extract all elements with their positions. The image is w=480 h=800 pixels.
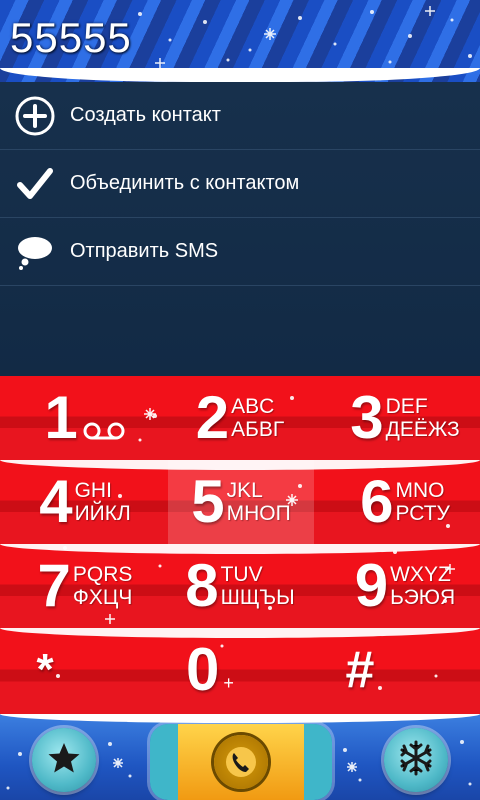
voicemail-icon: [82, 420, 126, 447]
key-2[interactable]: 2 ABC АБВГ: [165, 376, 315, 460]
key-latin-letters: JKL: [226, 479, 263, 502]
key-digit: 6: [360, 468, 394, 535]
dialer-options-menu: Создать контакт Объединить с контактом О…: [0, 82, 480, 376]
dialer-header: 55555: [0, 0, 480, 82]
key-6[interactable]: 6 MNO РСТУ: [330, 460, 480, 544]
dialer-action-bar: [0, 714, 480, 800]
key-9[interactable]: 9 WXYZ ЬЭЮЯ: [330, 544, 480, 628]
key-latin-letters: DEF: [385, 395, 428, 418]
dial-keypad: 1 2 ABC АБВГ 3 DEF ДЕЁЖЗ 4 GHI ИЙКЛ 5 JK…: [0, 376, 480, 714]
key-digit: 1: [44, 384, 78, 451]
key-cyrillic-letters: МНОП: [226, 502, 291, 525]
star-icon: [47, 741, 81, 780]
menu-item-merge-contact[interactable]: Объединить с контактом: [0, 150, 480, 218]
menu-item-label: Объединить с контактом: [70, 172, 300, 194]
menu-item-send-sms[interactable]: Отправить SMS: [0, 218, 480, 286]
key-cyrillic-letters: ДЕЁЖЗ: [385, 418, 460, 441]
key-digit: #: [345, 641, 375, 699]
key-latin-letters: PQRS: [72, 563, 133, 586]
key-latin-letters: ABC: [231, 395, 275, 418]
key-0[interactable]: 0 +: [135, 628, 285, 712]
call-button[interactable]: [150, 724, 332, 800]
settings-button[interactable]: [384, 728, 448, 792]
key-latin-letters: MNO: [395, 479, 445, 502]
key-1[interactable]: 1: [10, 376, 160, 460]
key-5[interactable]: 5 JKL МНОП: [168, 460, 314, 544]
key-digit: 7: [37, 552, 71, 619]
key-latin-letters: TUV: [220, 563, 263, 586]
key-4[interactable]: 4 GHI ИЙКЛ: [10, 460, 160, 544]
key-latin-letters: +: [223, 672, 234, 693]
add-circle-icon: [0, 82, 70, 149]
key-7[interactable]: 7 PQRS ФХЦЧ: [10, 544, 160, 628]
key-star[interactable]: *: [0, 628, 120, 712]
key-digit: 3: [350, 384, 384, 451]
favorites-button[interactable]: [32, 728, 96, 792]
key-digit: *: [36, 645, 54, 694]
key-hash[interactable]: #: [285, 628, 435, 712]
snowflake-icon: [397, 739, 435, 782]
key-cyrillic-letters: АБВГ: [231, 418, 285, 441]
keypad-row: * 0 + #: [0, 628, 480, 714]
menu-item-label: Отправить SMS: [70, 240, 219, 262]
checkmark-icon: [0, 150, 70, 217]
keypad-row: 4 GHI ИЙКЛ 5 JKL МНОП 6 MNO РСТУ: [0, 460, 480, 544]
dialed-number[interactable]: 55555: [10, 14, 132, 62]
menu-item-create-contact[interactable]: Создать контакт: [0, 82, 480, 150]
key-digit: 8: [185, 552, 219, 619]
key-cyrillic-letters: ЬЭЮЯ: [390, 586, 456, 609]
key-8[interactable]: 8 TUV ШЩЪЫ: [165, 544, 315, 628]
key-digit: 9: [354, 552, 389, 619]
key-cyrillic-letters: ИЙКЛ: [74, 502, 131, 525]
key-latin-letters: WXYZ: [390, 563, 451, 586]
key-latin-letters: GHI: [74, 479, 112, 502]
key-cyrillic-letters: ФХЦЧ: [72, 586, 133, 609]
key-digit: 5: [191, 468, 225, 535]
key-cyrillic-letters: РСТУ: [395, 502, 450, 525]
key-3[interactable]: 3 DEF ДЕЁЖЗ: [330, 376, 480, 460]
menu-item-label: Создать контакт: [70, 104, 221, 126]
keypad-row: 1 2 ABC АБВГ 3 DEF ДЕЁЖЗ: [0, 376, 480, 460]
phone-handset-icon: [214, 735, 268, 789]
speech-bubble-icon: [0, 218, 70, 285]
key-cyrillic-letters: ШЩЪЫ: [220, 586, 295, 609]
key-digit: 4: [39, 468, 73, 535]
key-digit: 2: [195, 384, 230, 451]
key-digit: 0: [186, 636, 220, 703]
keypad-row: 7 PQRS ФХЦЧ 8 TUV ШЩЪЫ 9 WXYZ ЬЭЮЯ: [0, 544, 480, 628]
